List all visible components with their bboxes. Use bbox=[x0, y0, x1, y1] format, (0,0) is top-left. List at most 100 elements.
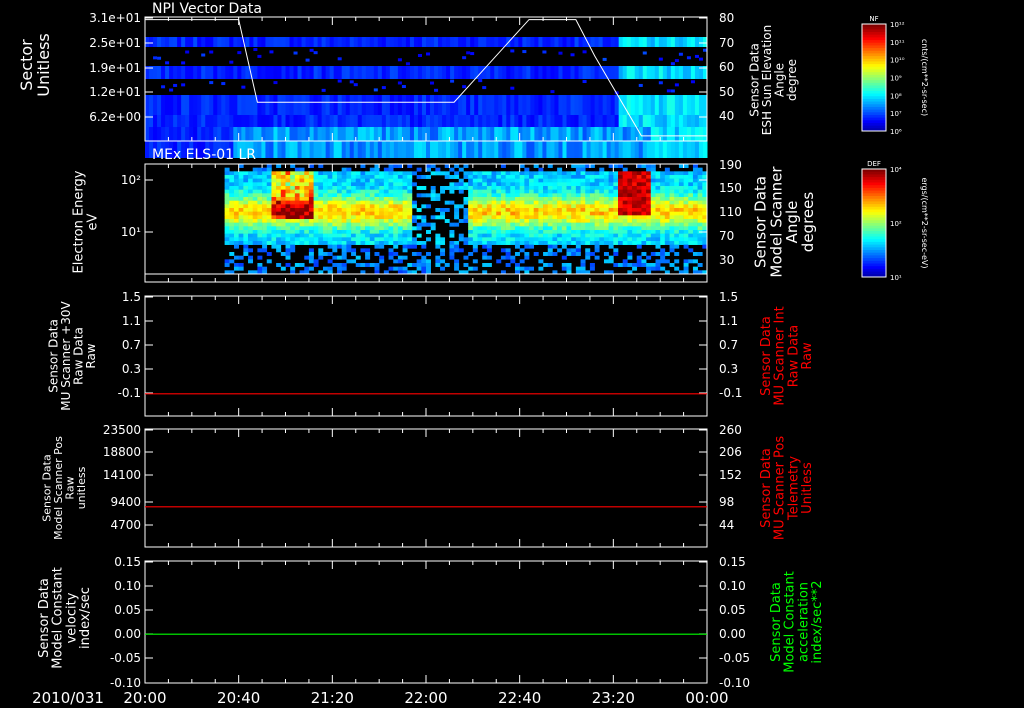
els-cell bbox=[374, 189, 380, 194]
els-cell bbox=[365, 222, 371, 227]
els-cell bbox=[248, 219, 254, 223]
els-cell bbox=[454, 215, 460, 220]
els-cell bbox=[561, 178, 567, 183]
npi-cell bbox=[237, 95, 242, 115]
els-cell bbox=[669, 193, 675, 198]
npi-cell bbox=[165, 95, 170, 115]
els-cell bbox=[463, 200, 469, 205]
els-cell bbox=[224, 186, 230, 190]
right-y-tick-label: 206 bbox=[719, 445, 742, 459]
npi-cell bbox=[426, 95, 431, 115]
els-cell bbox=[318, 178, 324, 183]
els-cell bbox=[294, 197, 300, 201]
els-cell bbox=[397, 182, 403, 187]
els-cell bbox=[435, 208, 441, 212]
els-cell bbox=[575, 248, 581, 253]
npi-cell bbox=[566, 95, 572, 115]
els-cell bbox=[248, 215, 254, 220]
els-cell bbox=[599, 230, 605, 234]
npi-cell bbox=[273, 37, 278, 47]
els-cell bbox=[571, 182, 577, 187]
model-const-y-label: Sensor DataModel Constantvelocityindex/s… bbox=[37, 567, 93, 669]
els-cell bbox=[514, 244, 520, 249]
npi-cell bbox=[229, 127, 234, 141]
els-cell bbox=[660, 197, 666, 201]
els-cell bbox=[650, 263, 656, 267]
els-cell bbox=[402, 266, 408, 271]
els-cell bbox=[454, 263, 460, 267]
els-cell bbox=[299, 211, 305, 216]
npi-cell bbox=[281, 95, 286, 115]
els-cell bbox=[674, 208, 680, 212]
els-cell bbox=[472, 259, 478, 264]
els-cell bbox=[547, 186, 553, 190]
npi-cell bbox=[161, 37, 166, 47]
els-cell bbox=[632, 182, 638, 187]
els-cell bbox=[472, 237, 478, 242]
npi-cell bbox=[209, 37, 214, 47]
els-cell bbox=[383, 208, 389, 212]
els-cell bbox=[547, 226, 553, 231]
els-cell bbox=[669, 186, 675, 190]
npi-cell bbox=[253, 47, 258, 51]
els-cell bbox=[655, 186, 661, 190]
npi-cell bbox=[450, 95, 455, 115]
els-cell bbox=[571, 186, 577, 190]
els-cell bbox=[224, 241, 230, 245]
els-cell bbox=[313, 226, 319, 231]
els-cell bbox=[322, 186, 328, 190]
npi-cell bbox=[498, 37, 503, 47]
els-cell bbox=[271, 178, 277, 183]
els-cell bbox=[482, 222, 488, 227]
npi-cell bbox=[638, 83, 643, 87]
els-cell bbox=[360, 230, 366, 234]
els-cell bbox=[430, 193, 436, 198]
els-cell bbox=[233, 219, 239, 223]
els-cell bbox=[580, 219, 586, 223]
els-cell bbox=[519, 266, 525, 271]
els-cell bbox=[266, 226, 272, 231]
els-cell bbox=[519, 237, 525, 242]
els-cell bbox=[463, 182, 469, 187]
npi-cell bbox=[514, 127, 519, 141]
els-cell bbox=[322, 222, 328, 227]
els-cell bbox=[369, 197, 375, 201]
npi-cell bbox=[430, 81, 435, 85]
els-cell bbox=[435, 193, 441, 198]
els-cell bbox=[510, 200, 516, 205]
npi-cell bbox=[506, 141, 511, 158]
els-cell bbox=[318, 252, 324, 256]
right-y-tick-label: 40 bbox=[719, 109, 734, 123]
els-cell bbox=[276, 244, 282, 249]
npi-cell bbox=[658, 66, 664, 79]
els-cell bbox=[332, 204, 338, 209]
els-cell bbox=[229, 171, 235, 176]
els-cell bbox=[304, 233, 310, 238]
els-cell bbox=[491, 222, 497, 227]
els-cell bbox=[547, 222, 553, 227]
els-cell bbox=[500, 186, 506, 190]
els-cell bbox=[332, 219, 338, 223]
els-cell bbox=[557, 233, 563, 238]
els-cell bbox=[664, 175, 670, 179]
els-cell bbox=[678, 171, 684, 176]
els-cell bbox=[393, 211, 399, 216]
els-cell bbox=[440, 211, 446, 216]
els-cell bbox=[608, 233, 614, 238]
els-cell bbox=[266, 193, 272, 198]
els-cell bbox=[491, 233, 497, 238]
npi-cell bbox=[430, 37, 435, 47]
npi-cell bbox=[610, 95, 616, 115]
npi-cell bbox=[185, 115, 190, 127]
els-cell bbox=[416, 233, 422, 238]
els-cell bbox=[505, 193, 511, 198]
npi-cell bbox=[177, 37, 182, 47]
npi-cell bbox=[293, 95, 299, 115]
npi-cell bbox=[161, 115, 166, 127]
els-cell bbox=[622, 226, 628, 231]
els-cell bbox=[496, 259, 502, 264]
els-cell bbox=[524, 226, 530, 231]
npi-cell bbox=[522, 95, 527, 115]
els-cell bbox=[369, 189, 375, 194]
els-cell bbox=[224, 215, 230, 220]
